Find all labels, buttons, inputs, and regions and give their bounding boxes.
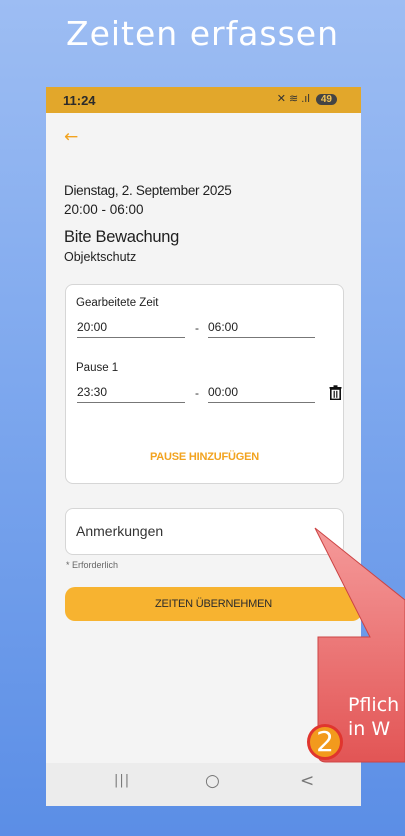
tooltip-callout xyxy=(314,527,405,763)
callout-line-1: Pflich xyxy=(348,694,400,716)
callout-line-2: in W xyxy=(348,718,391,740)
callout-text: Pflich in W xyxy=(348,693,399,741)
step-badge: 2 xyxy=(307,724,343,760)
